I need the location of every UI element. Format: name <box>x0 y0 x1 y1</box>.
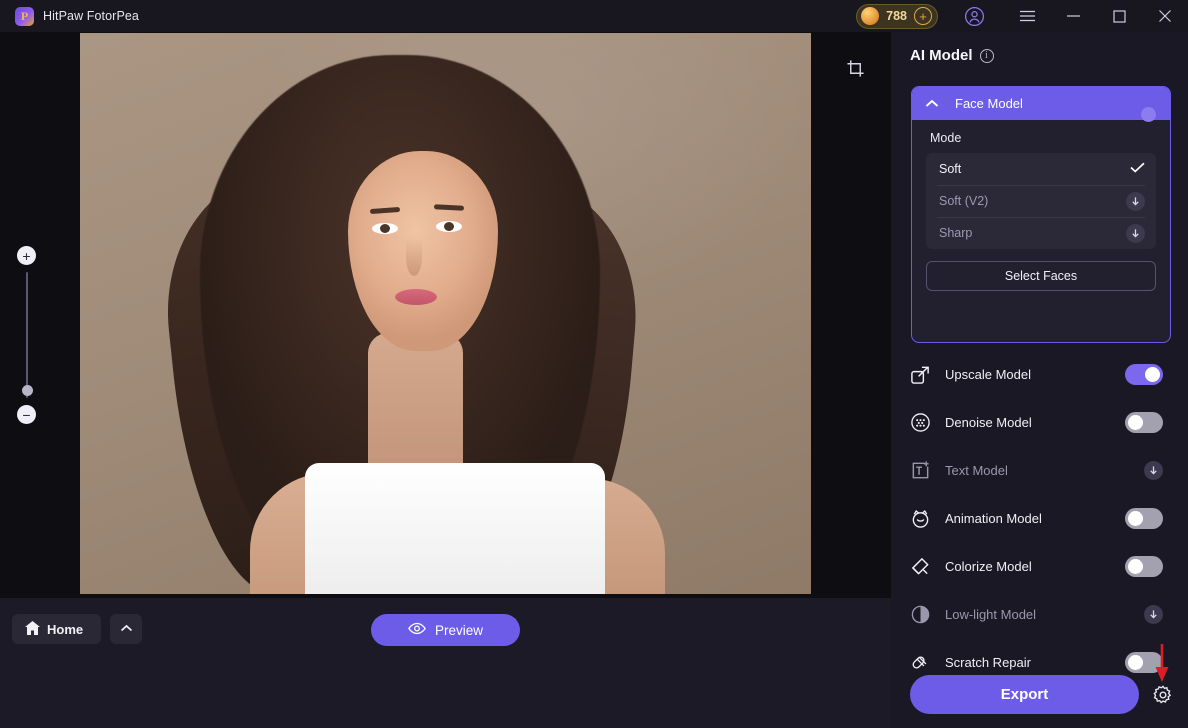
hitpaw-logo <box>15 6 34 26</box>
model-row-text[interactable]: Text Model <box>891 446 1188 494</box>
upscale-icon <box>909 363 932 386</box>
model-list: Upscale Model Denoise Model Text Model A… <box>891 350 1188 686</box>
model-toggle[interactable] <box>1125 507 1163 529</box>
zoom-in-button[interactable]: + <box>17 246 36 265</box>
mode-option-state <box>1130 162 1145 176</box>
model-label: Animation Model <box>945 510 1042 526</box>
mode-option-sharp[interactable]: Sharp <box>926 217 1156 249</box>
download-icon[interactable] <box>1144 604 1163 624</box>
image-detail <box>436 221 462 232</box>
face-model-label: Face Model <box>955 96 1023 111</box>
collapse-tray-button[interactable] <box>110 614 142 644</box>
model-row-colorize[interactable]: Colorize Model <box>891 542 1188 590</box>
credits-amount: 788 <box>886 9 907 23</box>
model-label: Denoise Model <box>945 414 1032 430</box>
model-row-lowlight[interactable]: Low-light Model <box>891 590 1188 638</box>
maximize-icon[interactable] <box>1096 0 1142 32</box>
title-bar: HitPaw FotorPea 788 + <box>0 0 1188 32</box>
mode-list: Soft Soft (V2) Sharp <box>926 153 1156 249</box>
zoom-out-button[interactable]: − <box>17 405 36 424</box>
mode-label: Mode <box>930 131 962 145</box>
lowlight-icon <box>909 603 932 626</box>
colorize-icon <box>909 555 932 578</box>
face-model-card: Face Model Mode Soft Soft (V2) Sharp Sel… <box>911 86 1171 343</box>
home-label: Home <box>47 621 84 637</box>
scratch-icon <box>909 651 932 674</box>
model-toggle[interactable] <box>1125 555 1163 577</box>
preview-button[interactable]: Preview <box>371 614 520 646</box>
canvas-area: + − <box>0 32 891 598</box>
mode-option-label: Soft (V2) <box>939 194 989 208</box>
zoom-slider-track[interactable] <box>25 272 28 398</box>
model-label: Text Model <box>945 462 1008 478</box>
model-label: Upscale Model <box>945 366 1031 382</box>
red-arrow-annotation <box>1155 644 1169 682</box>
model-row-upscale[interactable]: Upscale Model <box>891 350 1188 398</box>
credit-coin-icon <box>861 7 880 25</box>
download-icon[interactable] <box>1126 223 1145 243</box>
mode-option-label: Soft <box>939 162 962 176</box>
add-credits-icon[interactable]: + <box>914 7 932 25</box>
home-button[interactable]: Home <box>12 614 101 644</box>
model-row-denoise[interactable]: Denoise Model <box>891 398 1188 446</box>
home-icon <box>25 620 40 638</box>
gear-icon[interactable] <box>1150 682 1176 708</box>
zoom-slider-handle[interactable] <box>21 385 33 396</box>
preview-label: Preview <box>434 622 483 638</box>
image-detail <box>305 463 605 594</box>
denoise-icon <box>909 411 932 434</box>
animation-icon <box>909 507 932 530</box>
close-icon[interactable] <box>1142 0 1188 32</box>
mode-option-soft-v2[interactable]: Soft (V2) <box>926 185 1156 217</box>
select-faces-button[interactable]: Select Faces <box>926 261 1156 291</box>
model-label: Scratch Repair <box>945 654 1031 670</box>
export-button[interactable]: Export <box>910 675 1139 714</box>
app-window: HitPaw FotorPea 788 + <box>0 0 1188 728</box>
eye-icon <box>408 622 426 638</box>
panel-title-label: AI Model <box>910 47 973 64</box>
mode-option-label: Sharp <box>939 226 973 240</box>
image-detail <box>406 238 422 276</box>
download-icon[interactable] <box>1126 191 1145 211</box>
minimize-icon[interactable] <box>1050 0 1096 32</box>
model-toggle[interactable] <box>1125 411 1163 433</box>
account-icon[interactable] <box>956 0 992 32</box>
credits-badge[interactable]: 788 + <box>856 3 938 29</box>
image-detail <box>368 333 463 483</box>
model-toggle[interactable] <box>1125 363 1163 385</box>
face-model-header[interactable]: Face Model <box>912 87 1170 122</box>
text-icon <box>909 459 932 482</box>
chevron-up-icon <box>120 620 133 638</box>
hamburger-menu-icon[interactable] <box>1004 0 1050 32</box>
zoom-slider[interactable]: + − <box>17 246 37 444</box>
model-label: Colorize Model <box>945 558 1032 574</box>
check-icon <box>1130 162 1145 176</box>
download-icon[interactable] <box>1144 460 1163 480</box>
image-detail <box>372 223 398 234</box>
page-title: AI Model i <box>910 47 994 64</box>
info-icon[interactable]: i <box>979 48 994 63</box>
chevron-up-icon[interactable] <box>925 95 939 113</box>
image-detail <box>395 289 437 305</box>
title-bar-right-controls: 788 + <box>856 0 1188 32</box>
ai-model-panel: AI Model i Face Model Mode Soft Soft (V2… <box>891 32 1188 728</box>
mode-option-soft[interactable]: Soft <box>926 153 1156 185</box>
preview-image[interactable] <box>80 33 811 594</box>
model-row-animation[interactable]: Animation Model <box>891 494 1188 542</box>
app-title: HitPaw FotorPea <box>43 9 139 23</box>
model-label: Low-light Model <box>945 606 1037 622</box>
crop-icon[interactable] <box>838 51 872 85</box>
